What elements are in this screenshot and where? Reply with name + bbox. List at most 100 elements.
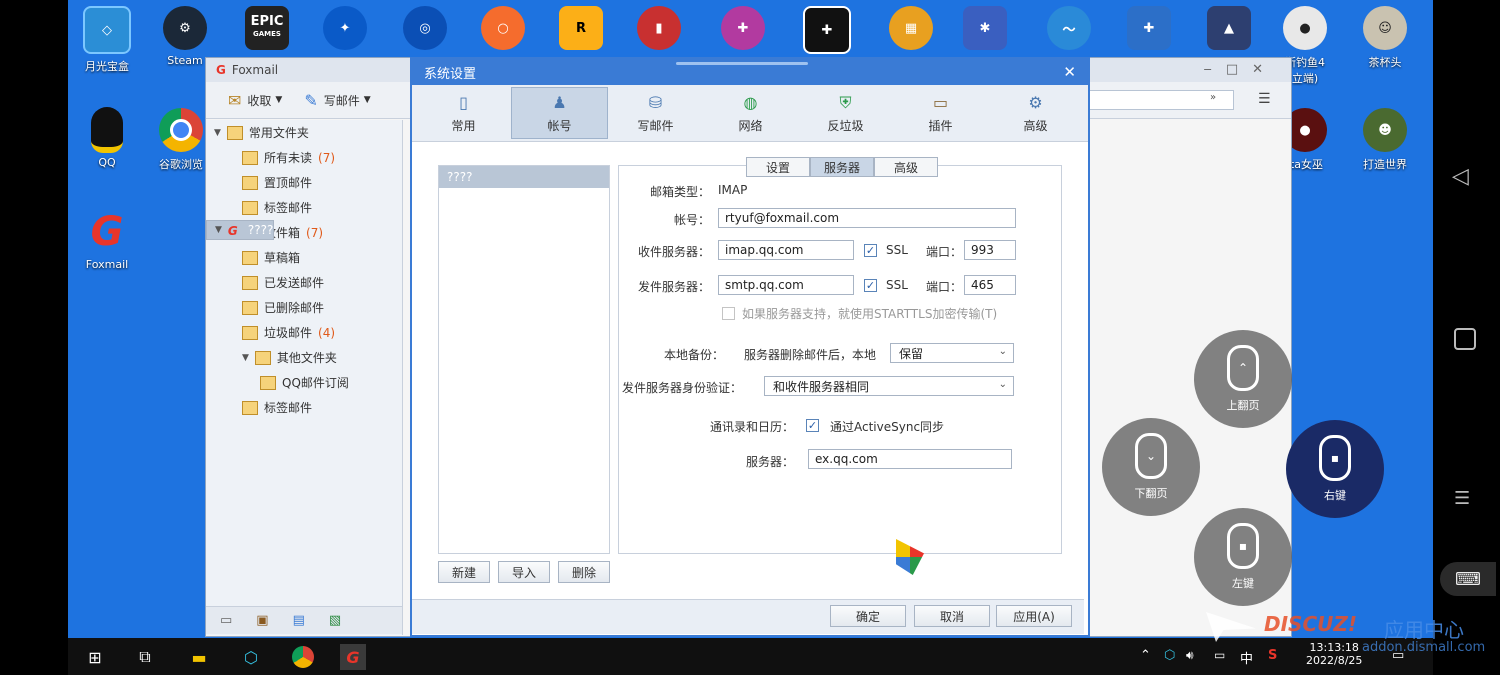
desktop-icon-controller[interactable]: ✚ bbox=[792, 6, 862, 54]
account-folder-root[interactable]: ▼ G???? bbox=[206, 220, 275, 240]
windows-start-icon[interactable]: ⊞ bbox=[82, 644, 108, 670]
search-options-icon[interactable]: » bbox=[1210, 92, 1216, 103]
starttls-checkbox[interactable] bbox=[722, 307, 735, 320]
outgoing-port-field[interactable]: 465 bbox=[964, 275, 1016, 295]
incoming-port-field[interactable]: 993 bbox=[964, 240, 1016, 260]
desktop-icon-zelda[interactable]: ▲ bbox=[1194, 6, 1264, 50]
tab-network[interactable]: ◍ 网络 bbox=[703, 88, 798, 138]
keyboard-icon[interactable]: ⌨ bbox=[1440, 562, 1496, 596]
subtab-advanced[interactable]: 高级 bbox=[874, 157, 938, 177]
folder-item[interactable]: 所有未读 (7) bbox=[206, 145, 402, 170]
desktop-icon-uplay[interactable]: ◎ bbox=[390, 6, 460, 50]
desktop-icon-dolphin[interactable]: ～ bbox=[1034, 6, 1104, 50]
folder-group-header[interactable]: ▼ 常用文件夹 bbox=[206, 120, 402, 145]
desktop-icon-gamepad[interactable]: ✚ bbox=[708, 6, 778, 50]
tab-general[interactable]: ▯ 常用 bbox=[416, 88, 511, 138]
tab-advanced[interactable]: ⚙ 高级 bbox=[988, 88, 1083, 138]
notes-icon[interactable]: ▧ bbox=[329, 613, 341, 628]
dialog-titlebar: 系统设置 ✕ bbox=[412, 59, 1088, 85]
folder-item[interactable]: ▼ 其他文件夹 bbox=[206, 345, 402, 370]
menu-icon[interactable]: ☰ bbox=[1258, 91, 1271, 107]
desktop-icon-ppsspp[interactable]: ✚ bbox=[1114, 6, 1184, 50]
folder-label: 标签邮件 bbox=[264, 201, 313, 215]
local-backup-select[interactable]: 保留 ⌄ bbox=[890, 343, 1014, 363]
network-icon[interactable]: ▭ bbox=[1214, 648, 1225, 662]
new-account-button[interactable]: 新建 bbox=[438, 561, 490, 583]
window-controls[interactable]: ‒□✕ bbox=[1204, 62, 1277, 77]
desktop-icon-origin[interactable]: ○ bbox=[468, 6, 538, 50]
close-icon[interactable]: ✕ bbox=[1063, 63, 1076, 81]
apply-button[interactable]: 应用(A) bbox=[996, 605, 1072, 627]
folder-item[interactable]: 草稿箱 bbox=[206, 245, 402, 270]
incoming-port-label: 端口： bbox=[926, 245, 963, 259]
android-menu-icon[interactable]: ☰ bbox=[1454, 488, 1476, 509]
tray-app-icon[interactable]: ⬡ bbox=[1164, 648, 1175, 663]
tab-compose[interactable]: ⛁ 写邮件 bbox=[608, 88, 703, 138]
desktop-icon-moonlight[interactable]: ◇ 月光宝盒 bbox=[72, 6, 142, 74]
chrome-taskbar-icon[interactable] bbox=[290, 644, 316, 670]
box-app-icon[interactable]: ⬡ bbox=[238, 644, 264, 670]
folder-item[interactable]: 已删除邮件 bbox=[206, 295, 402, 320]
left-click-button[interactable]: ▪ 左键 bbox=[1194, 508, 1292, 606]
folder-item[interactable]: 标签邮件 bbox=[206, 395, 402, 420]
exchange-server-field[interactable]: ex.qq.com bbox=[808, 449, 1012, 469]
desktop-icon-apps[interactable]: ▦ bbox=[876, 6, 946, 50]
folder-item[interactable]: 已发送邮件 bbox=[206, 270, 402, 295]
desktop-icon-qq[interactable]: QQ bbox=[72, 107, 142, 169]
volume-icon[interactable]: 🔊︎ bbox=[1186, 648, 1194, 663]
contacts-icon[interactable]: ▣ bbox=[256, 613, 268, 628]
task-view-icon[interactable]: ⧉ bbox=[132, 644, 158, 670]
desktop-icon-cuphead[interactable]: ☺ 茶杯头 bbox=[1350, 6, 1420, 70]
folder-item[interactable]: 垃圾邮件 (4) bbox=[206, 320, 402, 345]
mouse-right-icon: ▪ bbox=[1319, 435, 1351, 481]
outgoing-auth-label: 发件服务器身份验证： bbox=[621, 381, 742, 395]
incoming-server-field[interactable]: imap.qq.com bbox=[718, 240, 854, 260]
page-down-button[interactable]: ⌄ 下翻页 bbox=[1102, 418, 1200, 516]
outgoing-server-field[interactable]: smtp.qq.com bbox=[718, 275, 854, 295]
tab-antispam[interactable]: ⛨ 反垃圾 bbox=[798, 88, 893, 138]
expand-arrow-icon[interactable]: ▼ bbox=[214, 128, 221, 138]
clock[interactable]: 13:13:18 2022/8/25 bbox=[1306, 641, 1362, 667]
folder-item[interactable]: 置顶邮件 bbox=[206, 170, 402, 195]
page-up-button[interactable]: ⌃ 上翻页 bbox=[1194, 330, 1292, 428]
desktop-icon-world[interactable]: ☻ 打造世界 bbox=[1350, 108, 1420, 172]
tab-account[interactable]: ♟ 帐号 bbox=[511, 87, 608, 139]
cancel-button[interactable]: 取消 bbox=[914, 605, 990, 627]
delete-account-button[interactable]: 删除 bbox=[558, 561, 610, 583]
subtab-server[interactable]: 服务器 bbox=[810, 157, 874, 177]
file-explorer-icon[interactable]: ▬ bbox=[186, 644, 212, 670]
ime-indicator[interactable]: 中 bbox=[1240, 648, 1253, 667]
receive-button[interactable]: ✉ 收取 ▼ bbox=[228, 91, 282, 110]
drag-handle[interactable] bbox=[676, 62, 808, 65]
desktop-icon-mouse-app[interactable]: ▮ bbox=[624, 6, 694, 50]
activesync-checkbox[interactable]: ✓ bbox=[806, 419, 819, 432]
desktop-icon-foxmail[interactable]: G Foxmail bbox=[72, 209, 142, 271]
folder-item[interactable]: QQ邮件订阅 bbox=[206, 370, 402, 395]
sogou-ime-icon[interactable]: S bbox=[1268, 648, 1277, 663]
outgoing-auth-select[interactable]: 和收件服务器相同 ⌄ bbox=[764, 376, 1014, 396]
subtab-settings[interactable]: 设置 bbox=[746, 157, 810, 177]
android-home-icon[interactable] bbox=[1454, 328, 1476, 350]
tab-plugins[interactable]: ▭ 插件 bbox=[893, 88, 988, 138]
compose-button[interactable]: ✎ 写邮件 ▼ bbox=[304, 91, 370, 110]
account-field[interactable]: rtyuf@foxmail.com bbox=[718, 208, 1016, 228]
expand-arrow-icon[interactable]: ▼ bbox=[215, 225, 222, 235]
mail-view-icon[interactable]: ▭ bbox=[220, 613, 232, 628]
android-back-icon[interactable]: ◁ bbox=[1452, 164, 1476, 189]
desktop-icon-emulator[interactable]: ✱ bbox=[950, 6, 1020, 50]
desktop-icon-rockstar[interactable]: R bbox=[546, 6, 616, 50]
folder-item[interactable]: 标签邮件 bbox=[206, 195, 402, 220]
calendar-icon[interactable]: ▤ bbox=[293, 613, 305, 628]
right-click-button[interactable]: ▪ 右键 bbox=[1286, 420, 1384, 518]
foxmail-taskbar-icon[interactable]: G bbox=[340, 644, 366, 670]
desktop-icon-epic[interactable]: EPIC GAMES bbox=[232, 6, 302, 50]
import-button[interactable]: 导入 bbox=[498, 561, 550, 583]
box-icon: ▭ bbox=[932, 93, 949, 112]
expand-arrow-icon[interactable]: ▼ bbox=[242, 353, 249, 363]
account-list-item[interactable]: ???? bbox=[439, 166, 609, 188]
tray-overflow-icon[interactable]: ⌃ bbox=[1140, 648, 1151, 663]
ok-button[interactable]: 确定 bbox=[830, 605, 906, 627]
outgoing-ssl-checkbox[interactable]: ✓ bbox=[864, 279, 877, 292]
incoming-ssl-checkbox[interactable]: ✓ bbox=[864, 244, 877, 257]
desktop-icon-battlenet[interactable]: ✦ bbox=[310, 6, 380, 50]
